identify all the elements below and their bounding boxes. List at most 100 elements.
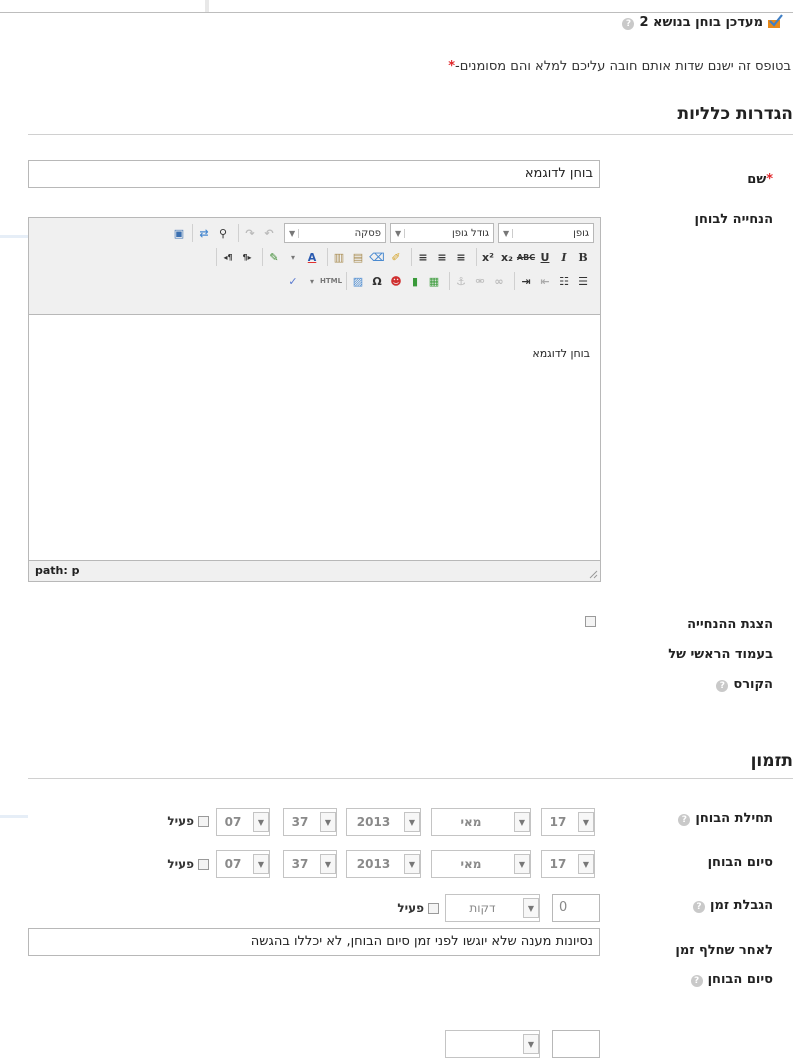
chevron-down-icon[interactable]: ▾: [303, 272, 321, 290]
image-icon[interactable]: ▦: [425, 272, 443, 290]
chevron-down-icon[interactable]: ▾: [284, 248, 302, 266]
highlight-color-icon[interactable]: ✎: [265, 248, 283, 266]
rtl-icon[interactable]: ¶◂: [219, 248, 237, 266]
bold-icon[interactable]: B: [574, 248, 592, 266]
after-close-label-line-1: לאחר שחלף זמן: [675, 943, 773, 958]
help-icon[interactable]: ?: [622, 18, 635, 30]
spellcheck-icon[interactable]: ✓: [284, 272, 302, 290]
required-star: *: [448, 59, 456, 74]
intro-label: הנחייה לבוחן: [694, 212, 773, 227]
time-limit-enabled-label: פעיל: [397, 901, 424, 915]
help-icon[interactable]: ?: [690, 975, 703, 987]
indent-icon[interactable]: ⇥: [517, 272, 535, 290]
clean-code-icon[interactable]: ✐: [387, 248, 405, 266]
align-center-icon[interactable]: ≡: [433, 248, 451, 266]
open-month-value: מאי: [460, 815, 482, 829]
resize-handle-icon[interactable]: [588, 569, 598, 579]
help-icon[interactable]: ?: [692, 901, 705, 913]
close-hour-value: 37: [291, 857, 309, 871]
special-char-icon[interactable]: Ω: [368, 272, 386, 290]
after-close-select[interactable]: נסיונות מענה שלא יוגשו לפני זמן סיום הבו…: [28, 928, 600, 956]
undo-icon[interactable]: ↶: [260, 224, 278, 242]
find-icon[interactable]: ⚲: [214, 224, 232, 242]
unlink-icon[interactable]: ⚮: [471, 272, 489, 290]
table-icon[interactable]: ▨: [349, 272, 367, 290]
strikethrough-icon[interactable]: ABC: [517, 248, 535, 266]
close-month-select[interactable]: ▼ מאי: [431, 850, 531, 878]
page-title: מעדכן בוחן בנושא 2?: [622, 14, 783, 30]
outdent-icon[interactable]: ⇤: [536, 272, 554, 290]
link-icon[interactable]: ∞: [490, 272, 508, 290]
font-select[interactable]: גופן ▼: [498, 223, 594, 243]
close-day-select[interactable]: ▼ 17: [541, 850, 595, 878]
dropdown-arrow-icon: ▼: [404, 812, 420, 832]
dropdown-arrow-icon: ▼: [253, 854, 269, 874]
close-year-value: 2013: [356, 857, 391, 871]
redo-icon[interactable]: ↷: [241, 224, 259, 242]
format-select[interactable]: פסקה ▼: [284, 223, 386, 243]
italic-icon[interactable]: I: [555, 248, 573, 266]
open-minute-select[interactable]: ▼ 07: [216, 808, 270, 836]
font-size-select[interactable]: גודל גופן ▼: [390, 223, 494, 243]
open-day-select[interactable]: ▼ 17: [541, 808, 595, 836]
emoticon-icon[interactable]: ☻: [387, 272, 405, 290]
ltr-icon[interactable]: ▸¶: [238, 248, 256, 266]
dropdown-arrow-icon: ▼: [503, 228, 514, 238]
open-enabled-checkbox[interactable]: [198, 815, 209, 827]
eraser-icon[interactable]: ⌫: [368, 248, 386, 266]
show-intro-label-line-1: הצגת ההנחייה: [687, 617, 773, 632]
list-group: ☰ ☷ ⇤ ⇥: [514, 272, 594, 290]
editor-content-area[interactable]: בוחן לדוגמא: [29, 314, 600, 561]
format-select-value: פסקה: [354, 227, 381, 239]
check-icon: [768, 14, 783, 28]
help-icon[interactable]: ?: [678, 814, 691, 826]
open-month-select[interactable]: ▼ מאי: [431, 808, 531, 836]
numbered-list-icon[interactable]: ☷: [555, 272, 573, 290]
html-source-icon[interactable]: HTML: [320, 272, 342, 290]
superscript-icon[interactable]: x²: [479, 248, 497, 266]
subscript-icon[interactable]: x₂: [498, 248, 516, 266]
html-editor: גופן ▼ גודל גופן ▼ פסקה ▼ ↶ ↷ ⚲ ⇄ ▣ B I U A…: [28, 217, 601, 582]
close-minute-select[interactable]: ▼ 07: [216, 850, 270, 878]
paste-text-icon[interactable]: ▤: [349, 248, 367, 266]
align-right-icon[interactable]: ≡: [414, 248, 432, 266]
paste-word-icon[interactable]: ▥: [330, 248, 348, 266]
font-select-value: גופן: [573, 227, 589, 239]
underline-icon[interactable]: U: [536, 248, 554, 266]
color-group: A ▾ ✎: [262, 248, 323, 266]
close-enabled: פעיל: [167, 857, 209, 871]
text-color-icon[interactable]: A: [303, 248, 321, 266]
close-day-value: 17: [549, 857, 567, 871]
close-year-select[interactable]: ▼ 2013: [346, 850, 421, 878]
show-intro-label: הצגת ההנחייה: [687, 617, 773, 632]
anchor-icon[interactable]: ⚓: [452, 272, 470, 290]
open-year-select[interactable]: ▼ 2013: [346, 808, 421, 836]
dropdown-arrow-icon: ▼: [253, 812, 269, 832]
bullet-list-icon[interactable]: ☰: [574, 272, 592, 290]
fullscreen-icon[interactable]: ▣: [170, 224, 188, 242]
help-icon[interactable]: ?: [716, 680, 729, 692]
name-input[interactable]: בוחן לדוגמא: [28, 160, 600, 188]
dropdown-arrow-icon: ▼: [514, 854, 530, 874]
required-note-text: בטופס זה ישנם שדות אותם חובה עליכם למלא …: [455, 59, 791, 74]
media-icon[interactable]: ▮: [406, 272, 424, 290]
editor-toolbar-row-1: גופן ▼ גודל גופן ▼ פסקה ▼ ↶ ↷ ⚲ ⇄ ▣: [170, 222, 594, 244]
time-limit-input[interactable]: 0: [552, 894, 600, 922]
clipboard-group: ✐ ⌫ ▤ ▥: [327, 248, 407, 266]
link-group: ∞ ⚮ ⚓: [449, 272, 510, 290]
close-enabled-checkbox[interactable]: [198, 858, 209, 870]
close-hour-select[interactable]: ▼ 37: [283, 850, 337, 878]
next-row-select[interactable]: ▼: [445, 1030, 540, 1058]
show-intro-checkbox[interactable]: [585, 616, 596, 627]
section-divider: [28, 778, 793, 779]
time-limit-label: הגבלת זמן: [709, 898, 773, 913]
align-left-icon[interactable]: ≡: [452, 248, 470, 266]
replace-icon[interactable]: ⇄: [195, 224, 213, 242]
dropdown-arrow-icon: ▼: [578, 812, 594, 832]
search-group: ⚲ ⇄: [192, 224, 234, 242]
time-limit-enabled-checkbox[interactable]: [428, 902, 439, 914]
time-limit-unit-select[interactable]: ▼ דקות: [445, 894, 540, 922]
show-intro-label-line-2: בעמוד הראשי של: [668, 647, 773, 662]
next-row-input[interactable]: [552, 1030, 600, 1058]
open-hour-select[interactable]: ▼ 37: [283, 808, 337, 836]
